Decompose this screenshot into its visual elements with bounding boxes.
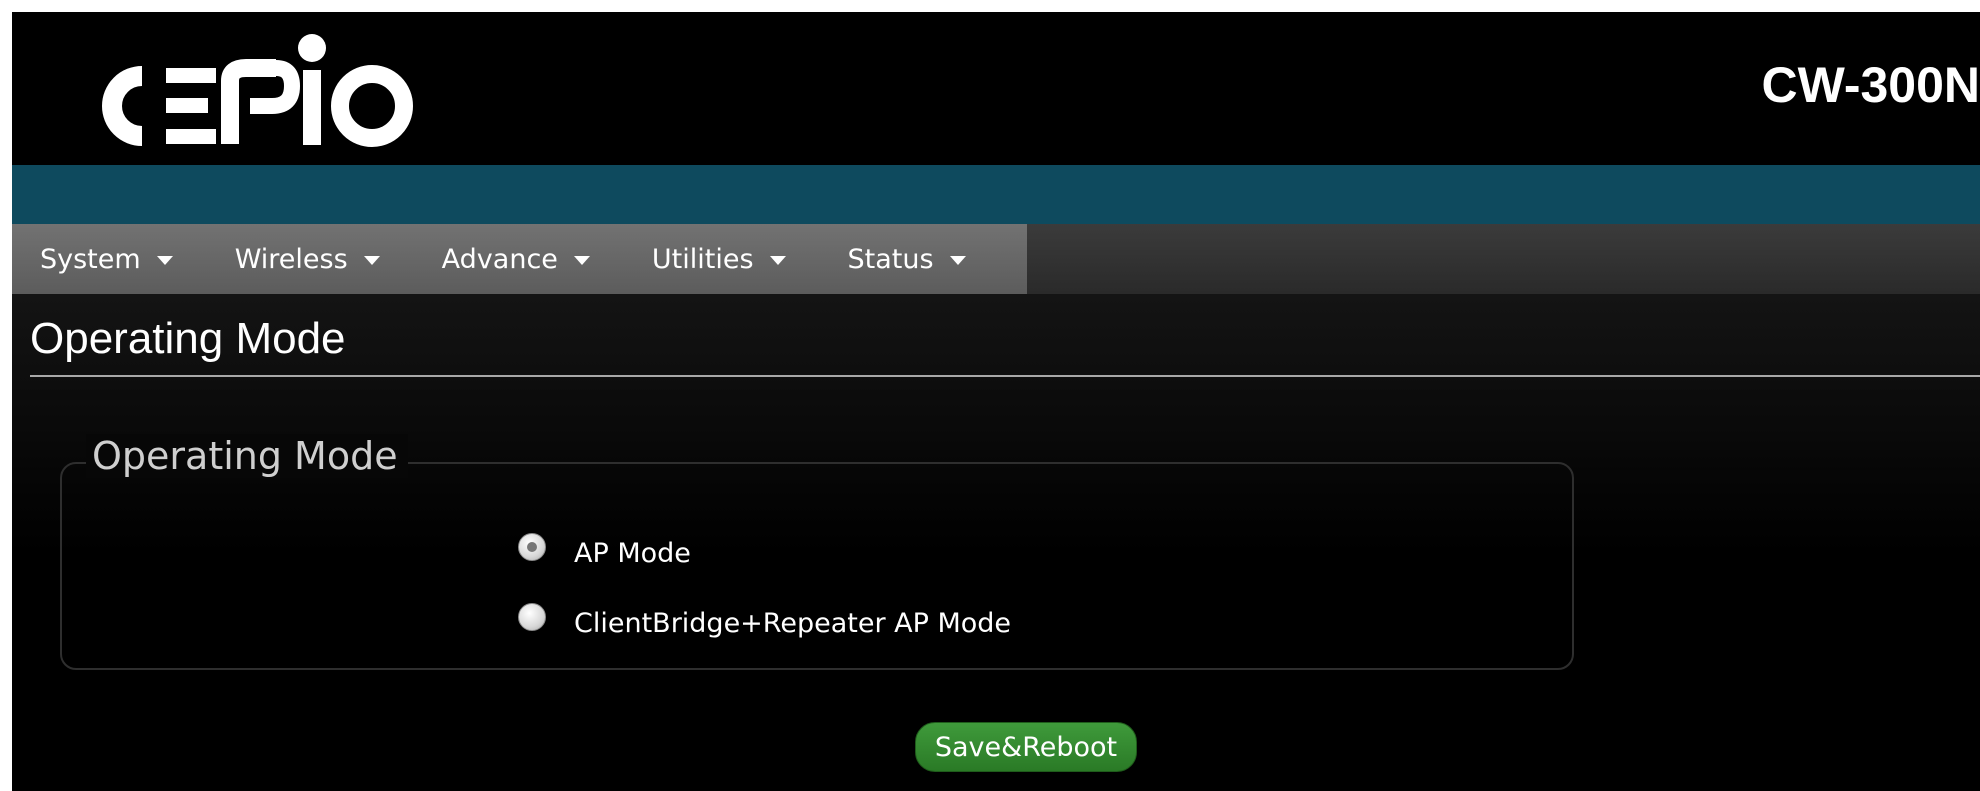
menu-wireless[interactable]: Wireless [207,224,380,294]
menu-utilities[interactable]: Utilities [624,224,786,294]
operating-mode-fieldset: Operating Mode AP Mode ClientBridge+Repe… [60,434,1574,670]
menu-advance[interactable]: Advance [414,224,590,294]
chevron-down-icon [769,255,786,265]
menu-group: System Wireless Advance Utilities Status [12,224,1027,294]
chevron-down-icon [363,255,380,265]
model-name: CW-300N [1761,57,1980,113]
title-divider [30,375,1980,377]
option-clientbridge-repeater[interactable]: ClientBridge+Repeater AP Mode [518,594,1011,639]
fieldset-legend: Operating Mode [86,434,408,478]
page-title: Operating Mode [30,314,346,363]
radio-ap-mode[interactable] [518,532,546,561]
header-band [12,165,1980,224]
menu-label: Wireless [234,243,348,275]
save-reboot-button[interactable]: Save&Reboot [915,722,1137,772]
chevron-down-icon [156,255,173,265]
menu-label: Status [847,243,934,275]
radio-clientbridge-repeater[interactable] [518,602,546,631]
menu-label: System [40,243,141,275]
device-web-ui: CW-300N System Wireless Advance Utilitie… [12,12,1980,791]
radio-label-ap-mode: AP Mode [574,538,691,569]
main-content: Operating Mode Operating Mode AP Mode Cl… [12,294,1980,791]
radio-label-clientbridge-repeater: ClientBridge+Repeater AP Mode [574,608,1012,639]
menu-system[interactable]: System [12,224,173,294]
chevron-down-icon [573,255,590,265]
menu-status[interactable]: Status [820,224,966,294]
header: CW-300N [12,12,1980,165]
menu-bar: System Wireless Advance Utilities Status [12,224,1980,294]
menu-label: Utilities [651,243,754,275]
chevron-down-icon [949,255,966,265]
option-ap-mode[interactable]: AP Mode [518,524,691,569]
menu-label: Advance [441,243,558,275]
